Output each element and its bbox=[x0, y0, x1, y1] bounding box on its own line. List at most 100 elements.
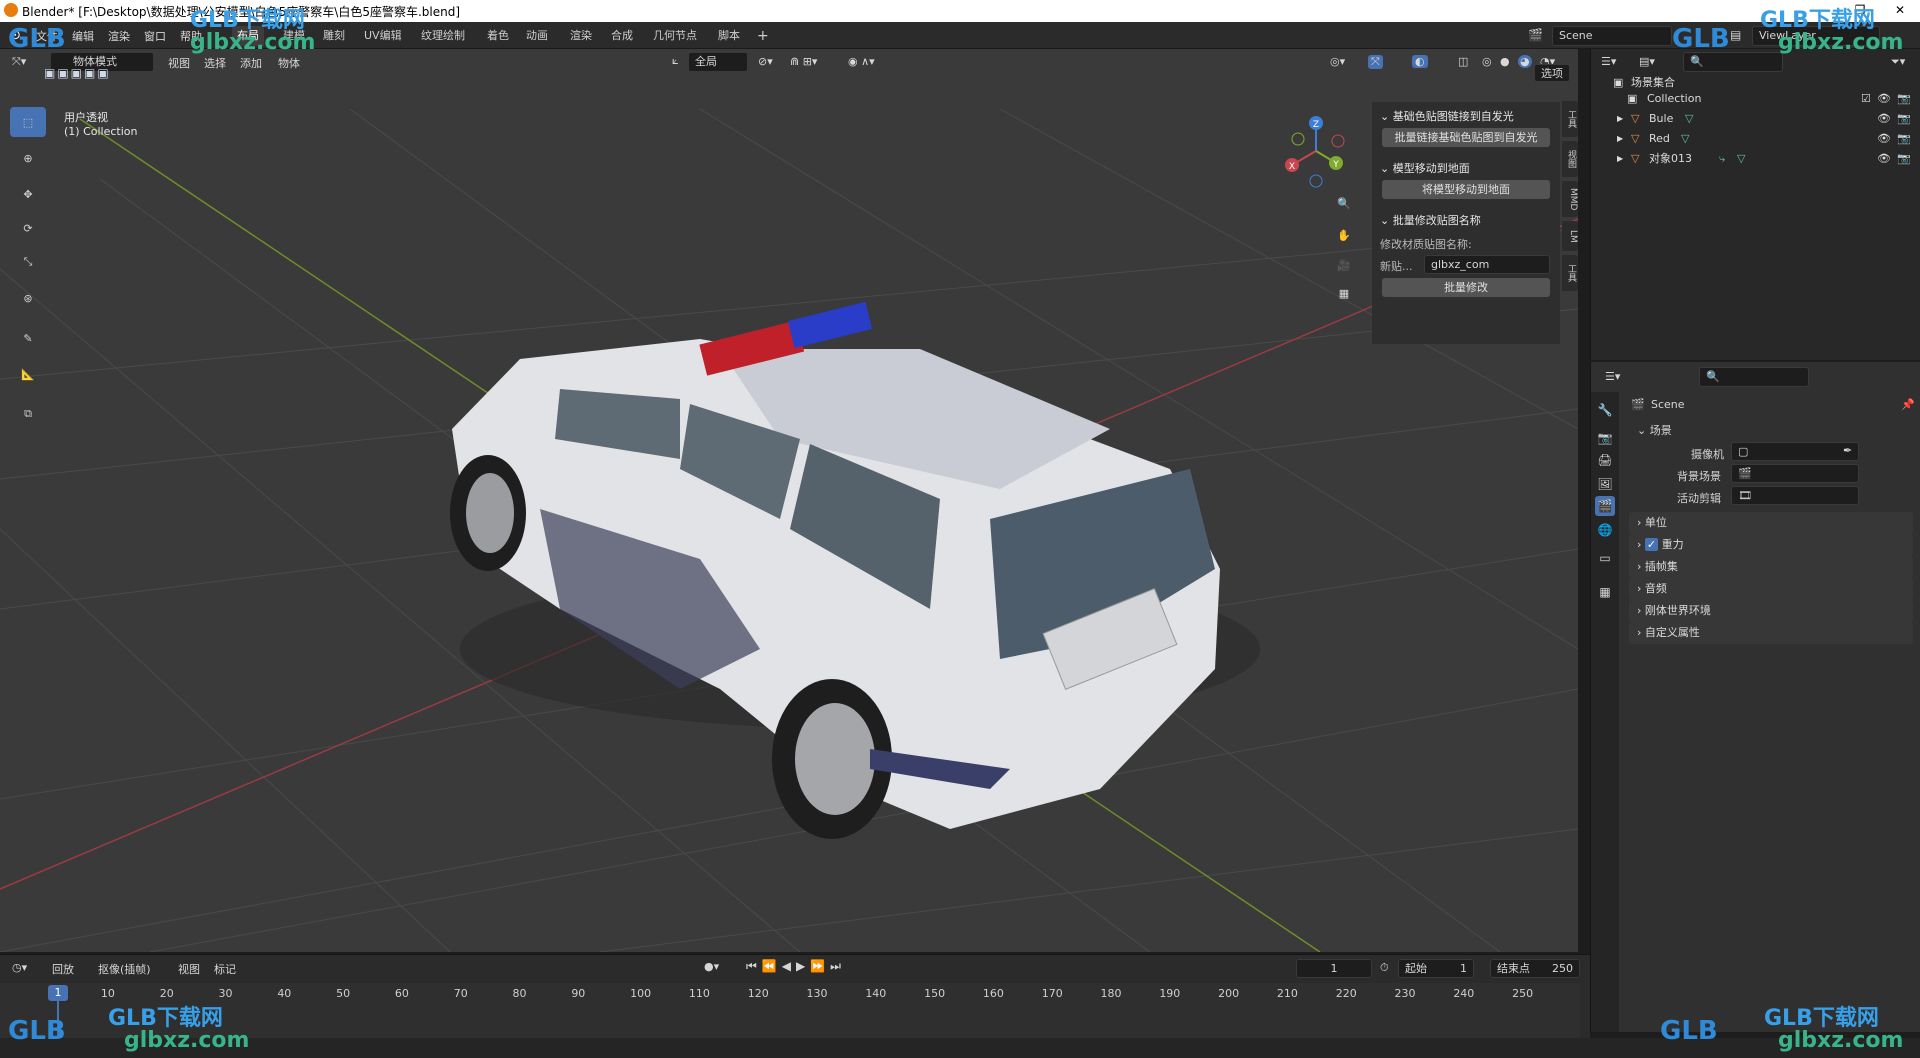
tab-animation[interactable]: 动画 bbox=[521, 26, 553, 46]
sidebar-tab-tool[interactable]: 工具 bbox=[1562, 101, 1578, 137]
section-rename-textures-title[interactable]: ⌄ 批量修改贴图名称 bbox=[1380, 212, 1481, 228]
ortho-grid-icon[interactable]: ▦ bbox=[1330, 279, 1358, 307]
outliner-object-row[interactable]: ▶ ▽ 对象013 ⤷ ▽ 👁 📷 bbox=[1591, 149, 1920, 169]
tab-geometry-nodes[interactable]: 几何节点 bbox=[648, 26, 702, 46]
menu-edit[interactable]: 编辑 bbox=[72, 28, 94, 44]
render-camera-icon[interactable]: 📷 bbox=[1897, 89, 1911, 109]
visibility-icon[interactable]: ◎▾ bbox=[1330, 55, 1345, 68]
output-tab-icon[interactable]: 🖨 bbox=[1595, 450, 1615, 470]
world-tab-icon[interactable]: 🌐 bbox=[1595, 520, 1615, 540]
menu-keying[interactable]: 抠像(插帧) bbox=[98, 961, 151, 977]
section-emission-link-title[interactable]: ⌄ 基础色贴图链接到自发光 bbox=[1380, 108, 1514, 124]
camera-view-icon[interactable]: 🎥 bbox=[1330, 251, 1358, 279]
gizmo-toggle-icon[interactable]: ⤧ bbox=[1368, 55, 1383, 69]
wireframe-shading-icon[interactable]: ◎ bbox=[1482, 55, 1492, 68]
record-button[interactable]: ●▾ bbox=[704, 960, 719, 973]
gravity-panel-header[interactable]: › ✓ 重力 bbox=[1629, 534, 1913, 556]
3d-viewport[interactable]: ⤧▾ 物体模式 视图 选择 添加 物体 ⟀ 全局 ⊘▾ ⋒ ⊞▾ ◉ ∧▾ ◎▾… bbox=[0, 49, 1578, 952]
camera-field[interactable]: ▢ bbox=[1731, 442, 1859, 461]
background-scene-field[interactable]: 🎬 bbox=[1731, 464, 1859, 483]
link-base-color-to-emission-button[interactable]: 批量链接基础色贴图到自发光 bbox=[1382, 128, 1550, 147]
rigid-body-world-panel-header[interactable]: › 刚体世界环境 bbox=[1629, 600, 1913, 622]
render-tab-icon[interactable]: 📷 bbox=[1595, 428, 1615, 448]
visibility-eye-icon[interactable]: 👁 bbox=[1877, 129, 1891, 149]
tab-rendering[interactable]: 渲染 bbox=[565, 26, 597, 46]
current-frame-field[interactable]: 1 bbox=[1296, 959, 1372, 978]
tab-compositing[interactable]: 合成 bbox=[606, 26, 638, 46]
expand-arrow-icon[interactable]: ▶ bbox=[1617, 109, 1623, 129]
zoom-icon[interactable]: 🔍 bbox=[1330, 189, 1358, 217]
sidebar-tab-view[interactable]: 视图 bbox=[1562, 141, 1578, 177]
menu-object[interactable]: 物体 bbox=[278, 55, 300, 71]
move-model-to-ground-button[interactable]: 将模型移动到地面 bbox=[1382, 180, 1550, 199]
solid-shading-icon[interactable]: ● bbox=[1500, 55, 1510, 68]
transform-orientation-selector[interactable]: 全局 bbox=[688, 52, 748, 72]
snap-icon[interactable]: ⋒ ⊞▾ bbox=[790, 55, 817, 68]
filter-icon[interactable]: ⏷▾ bbox=[1891, 55, 1905, 69]
collection-tab-icon[interactable]: ▭ bbox=[1595, 548, 1615, 568]
material-shading-icon[interactable]: ◕ bbox=[1518, 55, 1532, 68]
tab-sculpt[interactable]: 雕刻 bbox=[318, 26, 350, 46]
sidebar-tab-lm[interactable]: LM bbox=[1562, 221, 1578, 251]
menu-window[interactable]: 窗口 bbox=[144, 28, 166, 44]
tab-texture-paint[interactable]: 纹理绘制 bbox=[416, 26, 470, 46]
outliner-editor-icon[interactable]: ☰▾ bbox=[1601, 55, 1616, 68]
menu-timeline-view[interactable]: 视图 bbox=[178, 961, 200, 977]
menu-add[interactable]: 添加 bbox=[240, 55, 262, 71]
scene-tab-icon[interactable]: 🎬 bbox=[1595, 496, 1615, 516]
properties-search-input[interactable]: 🔍 bbox=[1699, 367, 1809, 387]
add-workspace-button[interactable]: + bbox=[752, 26, 774, 46]
menu-render[interactable]: 渲染 bbox=[108, 28, 130, 44]
overlay-toggle-icon[interactable]: ◐ bbox=[1412, 55, 1428, 68]
active-clip-field[interactable]: 🎞 bbox=[1731, 486, 1859, 505]
outliner-object-row[interactable]: ▶ ▽ Red ▽ 👁 📷 bbox=[1591, 129, 1920, 149]
units-panel-header[interactable]: › 单位 bbox=[1629, 512, 1913, 534]
editor-type-icon[interactable]: ⤧▾ bbox=[12, 55, 26, 69]
scene-panel-header[interactable]: ⌄ 场景 bbox=[1637, 422, 1672, 438]
timeline-editor-icon[interactable]: ◷▾ bbox=[12, 961, 27, 974]
pivot-icon[interactable]: ⊘▾ bbox=[758, 55, 773, 68]
batch-rename-button[interactable]: 批量修改 bbox=[1382, 278, 1550, 297]
close-button[interactable]: ✕ bbox=[1880, 0, 1920, 22]
tab-uv-editing[interactable]: UV编辑 bbox=[359, 26, 407, 46]
properties-editor-icon[interactable]: ☰▾ bbox=[1605, 370, 1620, 383]
cursor-tool-icon[interactable]: ⊕ bbox=[10, 143, 46, 173]
scene-selector[interactable]: Scene bbox=[1552, 26, 1672, 46]
visibility-eye-icon[interactable]: 👁 bbox=[1877, 89, 1891, 109]
section-move-to-ground-title[interactable]: ⌄ 模型移动到地面 bbox=[1380, 160, 1470, 176]
include-checkbox-icon[interactable]: ☑ bbox=[1861, 89, 1871, 109]
display-mode-icon[interactable]: ▤▾ bbox=[1639, 55, 1655, 68]
tab-scripting[interactable]: 脚本 bbox=[713, 26, 745, 46]
texture-tab-icon[interactable]: ▦ bbox=[1595, 582, 1615, 602]
menu-marker[interactable]: 标记 bbox=[214, 961, 236, 977]
scale-tool-icon[interactable]: ⤡ bbox=[10, 247, 46, 277]
pin-icon[interactable]: 📌 bbox=[1901, 398, 1915, 411]
menu-select[interactable]: 选择 bbox=[204, 55, 226, 71]
eyedropper-icon[interactable]: ✒ bbox=[1843, 444, 1852, 457]
view-layer-tab-icon[interactable]: 🖼 bbox=[1595, 474, 1615, 494]
outliner-search-input[interactable]: 🔍 bbox=[1683, 52, 1783, 72]
render-camera-icon[interactable]: 📷 bbox=[1897, 149, 1911, 169]
select-box-tool-icon[interactable]: ⬚ bbox=[10, 107, 46, 137]
menu-view[interactable]: 视图 bbox=[168, 55, 190, 71]
annotate-tool-icon[interactable]: ✎ bbox=[10, 323, 46, 353]
preview-range-icon[interactable]: ⏱ bbox=[1380, 961, 1389, 975]
custom-properties-panel-header[interactable]: › 自定义属性 bbox=[1629, 622, 1913, 644]
collection-row[interactable]: ▣ Collection ☑ 👁 📷 bbox=[1591, 89, 1920, 109]
transform-tool-icon[interactable]: ⊛ bbox=[10, 283, 46, 313]
menu-playback[interactable]: 回放 bbox=[52, 961, 74, 977]
expand-arrow-icon[interactable]: ▶ bbox=[1617, 129, 1623, 149]
tool-tab-icon[interactable]: 🔧 bbox=[1595, 400, 1615, 420]
sidebar-tab-tool-2[interactable]: 工具 bbox=[1562, 255, 1578, 291]
measure-tool-icon[interactable]: 📐 bbox=[10, 359, 46, 389]
outliner-object-row[interactable]: ▶ ▽ Bule ▽ 👁 📷 bbox=[1591, 109, 1920, 129]
render-camera-icon[interactable]: 📷 bbox=[1897, 109, 1911, 129]
add-cube-tool-icon[interactable]: ⧉ bbox=[10, 399, 46, 429]
gravity-checkbox-icon[interactable]: ✓ bbox=[1644, 538, 1659, 551]
audio-panel-header[interactable]: › 音频 bbox=[1629, 578, 1913, 600]
expand-arrow-icon[interactable]: ▶ bbox=[1617, 149, 1623, 169]
visibility-eye-icon[interactable]: 👁 bbox=[1877, 149, 1891, 169]
select-mode-icons[interactable]: ▣▣▣▣▣ bbox=[44, 66, 111, 80]
navigation-gizmo[interactable]: Z X Y bbox=[1278, 111, 1358, 191]
xray-toggle-icon[interactable]: ◫ bbox=[1458, 55, 1468, 68]
